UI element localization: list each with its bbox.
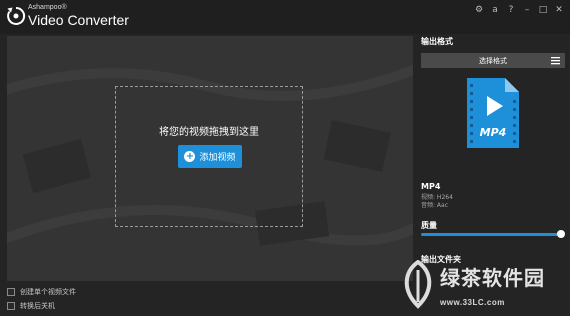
drop-zone[interactable]: 将您的视频拖拽到这里 + 添加视频	[115, 86, 303, 227]
option-single-file[interactable]: 创建单个视频文件	[7, 286, 413, 298]
brand-name: Ashampoo®	[28, 4, 67, 11]
single-file-checkbox[interactable]	[7, 288, 15, 296]
quality-heading: 质量	[421, 221, 437, 230]
text-a-icon[interactable]: a	[490, 4, 500, 16]
audio-codec: 音频: Aac	[421, 202, 449, 209]
add-video-label: 添加视频	[199, 153, 236, 163]
app-logo-icon	[7, 6, 26, 25]
options-panel: 创建单个视频文件 转换后关机	[7, 286, 413, 314]
gear-icon[interactable]: ⚙	[474, 4, 484, 16]
select-format-button[interactable]: 选择格式	[421, 53, 565, 68]
video-drop-area[interactable]: 将您的视频拖拽到这里 + 添加视频	[7, 36, 413, 281]
maximize-icon[interactable]: □	[538, 4, 548, 16]
watermark: 绿茶软件园 www.33LC.com	[394, 256, 570, 314]
quality-slider-fill	[421, 233, 561, 236]
close-icon[interactable]: ✕	[554, 4, 564, 16]
format-name: MP4	[421, 182, 441, 191]
mp4-icon-label: MP4	[480, 126, 507, 139]
shutdown-checkbox[interactable]	[7, 302, 15, 310]
watermark-site: www.33LC.com	[440, 298, 505, 307]
watermark-leaf-icon	[404, 260, 432, 309]
select-format-label: 选择格式	[479, 56, 507, 65]
single-file-label: 创建单个视频文件	[20, 288, 76, 296]
output-format-heading: 输出格式	[421, 37, 453, 46]
title-bar: Ashampoo® Video Converter ⚙ a ? – □ ✕	[0, 0, 570, 34]
shutdown-label: 转换后关机	[20, 302, 55, 310]
add-video-button[interactable]: + 添加视频	[178, 145, 242, 168]
minimize-icon[interactable]: –	[522, 4, 532, 16]
app-title: Video Converter	[28, 12, 129, 28]
help-icon[interactable]: ?	[506, 4, 516, 16]
watermark-text: 绿茶软件园	[440, 266, 545, 290]
window-controls: ⚙ a ? – □ ✕	[474, 4, 564, 16]
quality-slider-thumb[interactable]	[557, 230, 565, 238]
quality-slider[interactable]	[421, 230, 565, 238]
drop-instruction: 将您的视频拖拽到这里	[159, 127, 259, 138]
option-shutdown[interactable]: 转换后关机	[7, 300, 413, 312]
plus-icon: +	[184, 151, 196, 162]
mp4-file-icon: MP4	[467, 78, 519, 148]
menu-icon	[551, 57, 560, 65]
